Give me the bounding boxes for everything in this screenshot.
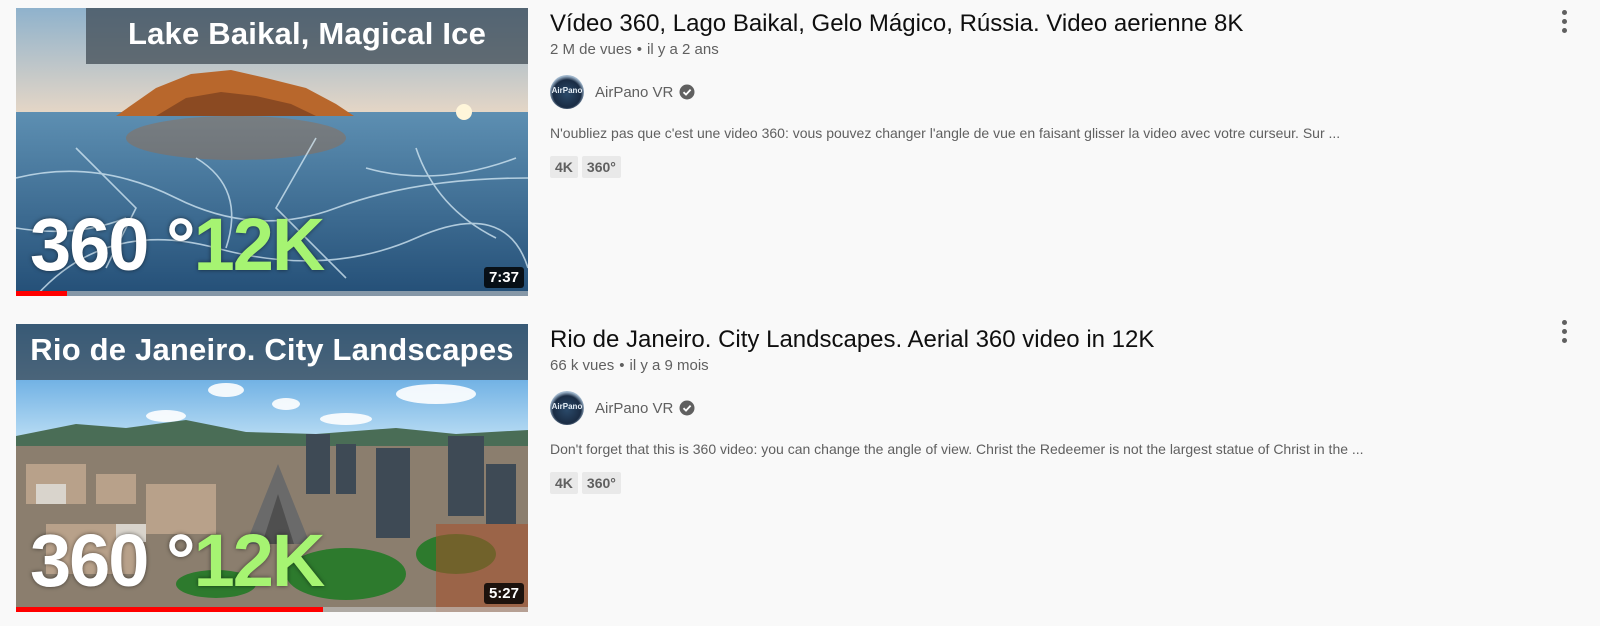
video-info: Vídeo 360, Lago Baikal, Gelo Mágico, Rús… <box>550 8 1520 178</box>
channel-link[interactable]: AirPano AirPano VR <box>550 74 1520 110</box>
video-description-snippet: Don't forget that this is 360 video: you… <box>550 441 1364 457</box>
watch-progress-fill <box>16 291 68 296</box>
badge-360: 360° <box>581 472 621 494</box>
video-metadata: 66 k vues • il y a 9 mois <box>550 356 1520 376</box>
badge-4k: 4K <box>550 156 578 178</box>
badge-row: 4K 360° <box>550 156 1520 178</box>
view-count: 66 k vues <box>550 357 615 374</box>
video-thumbnail[interactable]: Lake Baikal, Magical Ice 360 °12K 7:37 <box>16 8 528 296</box>
thumbnail-banner: Lake Baikal, Magical Ice <box>86 8 528 64</box>
thumbnail-360-label: 360 ° <box>30 203 196 286</box>
upload-age: il y a 9 mois <box>629 357 709 374</box>
video-title-link[interactable]: Vídeo 360, Lago Baikal, Gelo Mágico, Rús… <box>550 8 1520 40</box>
three-dots-vertical-icon[interactable] <box>1556 316 1572 356</box>
thumbnail-12k-label: 12K <box>193 519 326 602</box>
avatar-logo-text: AirPano <box>551 402 583 411</box>
video-title-link[interactable]: Rio de Janeiro. City Landscapes. Aerial … <box>550 324 1520 356</box>
thumbnail-banner: Rio de Janeiro. City Landscapes <box>16 324 528 380</box>
badge-4k: 4K <box>550 472 578 494</box>
three-dots-vertical-icon[interactable] <box>1556 6 1572 46</box>
verified-check-icon <box>679 84 695 100</box>
thumbnail-overlay-label: 360 °12K <box>30 524 325 598</box>
avatar-logo-text: AirPano <box>551 86 583 95</box>
video-info: Rio de Janeiro. City Landscapes. Aerial … <box>550 324 1520 494</box>
separator-dot: • <box>619 357 625 374</box>
watch-progress-bar <box>16 291 528 296</box>
channel-avatar[interactable]: AirPano <box>550 391 584 425</box>
watch-progress-fill <box>16 607 324 612</box>
video-thumbnail[interactable]: Rio de Janeiro. City Landscapes 360 °12K… <box>16 324 528 612</box>
thumbnail-overlay-label: 360 °12K <box>30 208 325 282</box>
video-description-snippet: N'oubliez pas que c'est une video 360: v… <box>550 125 1341 141</box>
thumbnail-banner-text: Lake Baikal, Magical Ice <box>127 16 487 51</box>
channel-name[interactable]: AirPano VR <box>595 400 673 417</box>
upload-age: il y a 2 ans <box>646 41 719 58</box>
thumbnail-banner-text: Rio de Janeiro. City Landscapes <box>30 332 514 367</box>
channel-link[interactable]: AirPano AirPano VR <box>550 390 1520 426</box>
view-count: 2 M de vues <box>550 41 632 58</box>
badge-360: 360° <box>581 156 621 178</box>
badge-row: 4K 360° <box>550 472 1520 494</box>
channel-name[interactable]: AirPano VR <box>595 84 673 101</box>
video-metadata: 2 M de vues • il y a 2 ans <box>550 40 1520 60</box>
duration-badge: 7:37 <box>483 267 524 288</box>
video-result-item[interactable]: Rio de Janeiro. City Landscapes 360 °12K… <box>0 316 1600 616</box>
channel-avatar[interactable]: AirPano <box>550 75 584 109</box>
thumbnail-12k-label: 12K <box>193 203 326 286</box>
thumbnail-360-label: 360 ° <box>30 519 196 602</box>
verified-check-icon <box>679 400 695 416</box>
video-result-item[interactable]: Lake Baikal, Magical Ice 360 °12K 7:37 V… <box>0 0 1600 300</box>
separator-dot: • <box>636 41 642 58</box>
duration-badge: 5:27 <box>483 583 524 604</box>
watch-progress-bar <box>16 607 528 612</box>
